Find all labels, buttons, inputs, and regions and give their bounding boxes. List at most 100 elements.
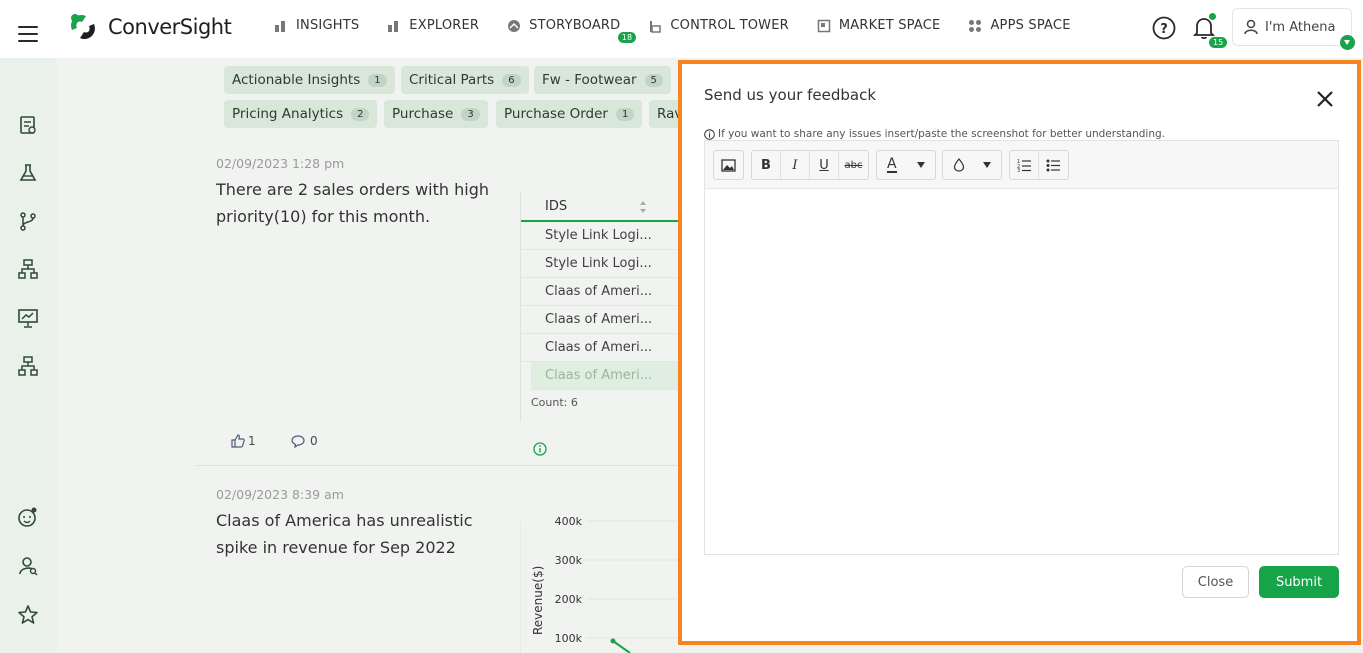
chip-count: 3 <box>461 107 480 121</box>
chip-count: 1 <box>368 73 387 87</box>
help-icon[interactable]: ? <box>1152 16 1176 40</box>
chip-label: Pricing Analytics <box>232 106 344 122</box>
flask-icon[interactable] <box>17 162 39 184</box>
thumbs-up-icon <box>231 434 245 448</box>
athena-assistant-button[interactable]: I'm Athena <box>1232 8 1352 46</box>
info-icon[interactable] <box>533 441 547 460</box>
chip-critical-parts[interactable]: Critical Parts 6 <box>401 66 529 94</box>
editor-toolbar: B I U abc A 123 <box>705 141 1338 189</box>
org-chart-icon[interactable] <box>17 355 39 377</box>
nav-control-tower[interactable]: CONTROL TOWER <box>648 18 789 33</box>
brand-name: ConverSight <box>108 15 232 39</box>
notification-badge: 15 <box>1209 37 1228 48</box>
apps-icon <box>969 19 982 32</box>
nav-label: INSIGHTS <box>296 18 360 33</box>
baby-face-icon[interactable] <box>17 506 39 528</box>
conversight-logo-icon <box>66 10 100 44</box>
table-row[interactable]: Claas of Ameri... <box>521 278 678 306</box>
athena-label: I'm Athena <box>1265 19 1336 35</box>
nav-label: APPS SPACE <box>990 18 1071 33</box>
notification-dot <box>1209 13 1216 20</box>
nav-market-space[interactable]: MARKET SPACE <box>817 18 941 33</box>
chip-purchase-order[interactable]: Purchase Order 1 <box>496 100 643 128</box>
insight-text[interactable]: There are 2 sales orders with high prior… <box>216 176 516 230</box>
comment-button[interactable]: 0 <box>291 434 318 448</box>
chip-purchase[interactable]: Purchase 3 <box>384 100 488 128</box>
y-tick-label: 300k <box>555 554 583 567</box>
svg-text:3: 3 <box>1017 168 1020 172</box>
table-row[interactable]: Style Link Logi... <box>521 250 678 278</box>
hierarchy-icon[interactable] <box>17 258 39 280</box>
chip-count: 1 <box>615 107 635 121</box>
y-axis-label: Revenue($) <box>531 566 545 635</box>
submit-button[interactable]: Submit <box>1259 566 1339 598</box>
close-button[interactable]: Close <box>1182 566 1249 598</box>
bullet-list-button[interactable] <box>1039 151 1068 179</box>
editor-text-area[interactable] <box>705 189 1338 555</box>
chip-pricing-analytics[interactable]: Pricing Analytics 2 <box>224 100 378 128</box>
table-row[interactable]: Claas of Ameri... <box>531 362 678 390</box>
nav-label: CONTROL TOWER <box>670 18 789 33</box>
modal-title: Send us your feedback <box>704 86 877 104</box>
brand-logo[interactable]: ConverSight <box>66 10 232 44</box>
nav-storyboard[interactable]: STORYBOARD 18 <box>507 18 637 43</box>
underline-button[interactable]: U <box>810 151 839 179</box>
strikethrough-button[interactable]: abc <box>839 151 868 179</box>
italic-button[interactable]: I <box>781 151 810 179</box>
sort-icon[interactable] <box>639 200 647 214</box>
chip-label: Critical Parts <box>409 72 495 88</box>
list-tool-group: 123 <box>1009 150 1069 180</box>
font-color-dropdown[interactable]: A <box>876 150 936 180</box>
comment-icon <box>291 435 305 448</box>
bold-button[interactable]: B <box>752 151 781 179</box>
feedback-editor: B I U abc A 123 <box>704 140 1339 555</box>
chip-label: Fw - Footwear <box>542 72 637 88</box>
left-sidebar <box>0 58 57 653</box>
insert-image-button[interactable] <box>714 151 743 179</box>
info-icon <box>704 128 715 140</box>
main-nav: INSIGHTS EXPLORER STORYBOARD 18 CONTROL … <box>274 18 1099 43</box>
table-row[interactable]: Claas of Ameri... <box>521 334 678 362</box>
nav-label: STORYBOARD <box>529 18 621 33</box>
table-row[interactable]: Style Link Logi... <box>521 222 678 250</box>
nav-label: MARKET SPACE <box>838 18 941 33</box>
y-tick-label: 200k <box>555 593 583 606</box>
insight-table: IDS Style Link Logi... Style Link Logi..… <box>520 192 678 422</box>
presentation-icon[interactable] <box>17 307 39 329</box>
insight-date: 02/09/2023 8:39 am <box>216 487 344 502</box>
column-header-ids: IDS <box>545 198 568 214</box>
like-button[interactable]: 1 <box>231 434 256 448</box>
y-tick-label: 400k <box>555 515 583 528</box>
ordered-list-icon: 123 <box>1017 159 1031 172</box>
insights-list-icon[interactable] <box>17 114 39 136</box>
background-color-dropdown[interactable] <box>942 150 1002 180</box>
feedback-modal: Send us your feedback If you want to sha… <box>678 60 1361 645</box>
chip-actionable-insights[interactable]: Actionable Insights 1 <box>224 66 395 94</box>
color-drop-icon <box>953 158 965 172</box>
ordered-list-button[interactable]: 123 <box>1010 151 1039 179</box>
table-row[interactable]: Claas of Ameri... <box>521 306 678 334</box>
table-header[interactable]: IDS <box>521 192 678 222</box>
chevron-down-icon <box>917 162 925 168</box>
top-bar: ConverSight INSIGHTS EXPLORER STORYBOARD… <box>0 0 1363 58</box>
modal-info: If you want to share any issues insert/p… <box>704 128 1165 140</box>
nav-insights[interactable]: INSIGHTS <box>274 18 359 33</box>
insight-text[interactable]: Claas of America has unrealistic spike i… <box>216 507 516 561</box>
feed-divider <box>196 465 678 466</box>
nav-explorer[interactable]: EXPLORER <box>387 18 479 33</box>
close-icon[interactable] <box>1314 88 1336 110</box>
revenue-chart: 400k 300k 200k 100k Revenue($) <box>520 505 678 653</box>
font-color-icon: A <box>887 156 897 173</box>
hamburger-menu-icon[interactable] <box>18 26 38 44</box>
nav-label: EXPLORER <box>409 18 480 33</box>
chevron-down-icon[interactable] <box>1340 35 1355 50</box>
user-search-icon[interactable] <box>17 555 39 577</box>
bullet-list-icon <box>1046 159 1060 172</box>
chip-fw-footwear[interactable]: Fw - Footwear 5 <box>534 66 671 94</box>
modal-info-text: If you want to share any issues insert/p… <box>718 128 1165 140</box>
star-icon[interactable] <box>17 604 39 626</box>
branch-icon[interactable] <box>17 210 39 232</box>
nav-apps-space[interactable]: APPS SPACE <box>968 18 1070 33</box>
user-icon <box>1244 19 1258 35</box>
like-count: 1 <box>248 434 256 448</box>
